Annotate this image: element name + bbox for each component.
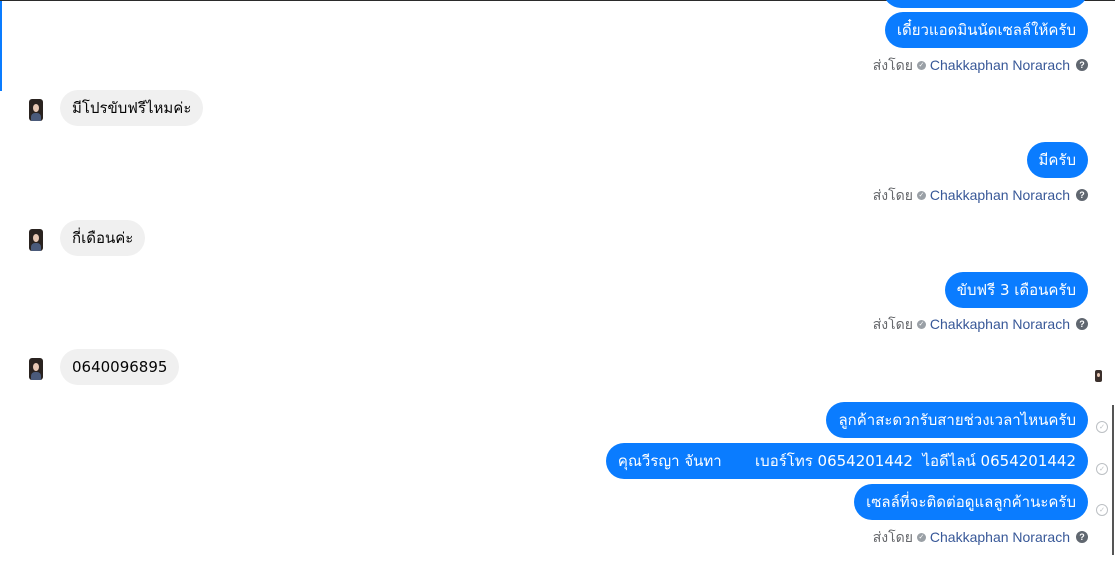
message-bubble-incoming[interactable]: กี่เดือนค่ะ — [60, 220, 146, 256]
message-bubble-outgoing[interactable]: เดี๋ยวแอดมินนัดเซลล์ให้ครับ — [884, 12, 1088, 48]
delivered-check-icon: ✓ — [1096, 463, 1108, 475]
sender-name-link[interactable]: Chakkaphan Norarach — [930, 56, 1070, 74]
sender-name-link[interactable]: Chakkaphan Norarach — [930, 528, 1070, 546]
message-bubble-incoming[interactable]: 0640096895 — [60, 349, 180, 385]
message-bubble-outgoing[interactable]: คุณวีรญา จันทา เบอร์โทร 0654201442 ไอดีไ… — [605, 443, 1088, 479]
page-check-icon: ✓ — [916, 532, 926, 542]
page-check-icon: ✓ — [916, 190, 926, 200]
customer-avatar[interactable] — [29, 358, 43, 380]
sent-by-line: ส่งโดย ✓ Chakkaphan Norarach ? — [873, 56, 1088, 74]
left-accent-bar — [0, 1, 2, 91]
sent-by-line: ส่งโดย ✓ Chakkaphan Norarach ? — [873, 186, 1088, 204]
customer-avatar[interactable] — [29, 99, 43, 121]
customer-avatar[interactable] — [29, 229, 43, 251]
sent-by-label: ส่งโดย — [872, 529, 913, 545]
sender-name-link[interactable]: Chakkaphan Norarach — [930, 315, 1070, 333]
sender-name-link[interactable]: Chakkaphan Norarach — [930, 186, 1070, 204]
sent-by-line: ส่งโดย ✓ Chakkaphan Norarach ? — [873, 315, 1088, 333]
delivered-check-icon: ✓ — [1096, 421, 1108, 433]
previous-message-bubble[interactable] — [883, 0, 1088, 8]
message-bubble-outgoing[interactable]: ขับฟรี 3 เดือนครับ — [944, 272, 1088, 308]
help-icon[interactable]: ? — [1076, 59, 1088, 71]
page-check-icon: ✓ — [916, 60, 926, 70]
help-icon[interactable]: ? — [1076, 531, 1088, 543]
sent-by-label: ส่งโดย — [872, 57, 913, 73]
message-bubble-outgoing[interactable]: ลูกค้าสะดวกรับสายช่วงเวลาไหนครับ — [826, 402, 1088, 438]
sent-by-line: ส่งโดย ✓ Chakkaphan Norarach ? — [873, 528, 1088, 546]
page-check-icon: ✓ — [916, 319, 926, 329]
sent-by-label: ส่งโดย — [872, 316, 913, 332]
sent-by-label: ส่งโดย — [872, 187, 913, 203]
message-bubble-outgoing[interactable]: มีครับ — [1026, 142, 1088, 178]
help-icon[interactable]: ? — [1076, 189, 1088, 201]
seen-avatar-icon — [1095, 370, 1102, 382]
message-bubble-outgoing[interactable]: เซลล์ที่จะติดต่อดูแลลูกค้านะครับ — [854, 484, 1088, 520]
scrollbar[interactable] — [1112, 405, 1114, 555]
delivered-check-icon: ✓ — [1096, 504, 1108, 516]
message-bubble-incoming[interactable]: มีโปรขับฟรีไหมค่ะ — [60, 90, 204, 126]
help-icon[interactable]: ? — [1076, 318, 1088, 330]
